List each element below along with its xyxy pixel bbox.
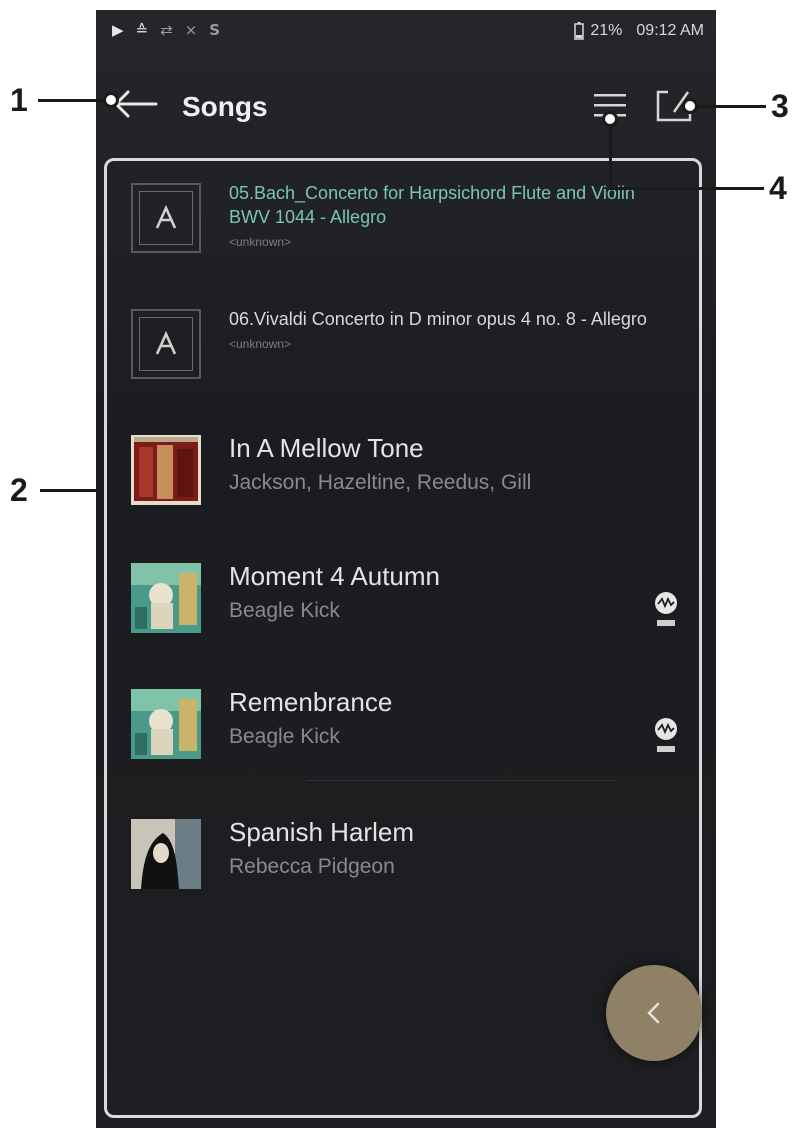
battery-percentage: 21% [590, 22, 623, 39]
device-screen: ▶ ≙ ⇄ ⨯ 𝗦 21% 09:12 AM Songs 05.Bach_Con… [96, 10, 716, 1128]
signal-icon: ≙ [135, 22, 149, 39]
callout-dot-1 [103, 92, 119, 108]
collapse-button[interactable] [606, 965, 702, 1061]
song-artist: Beagle Kick [229, 725, 340, 748]
album-art [131, 563, 201, 633]
song-title: In A Mellow Tone [229, 433, 424, 463]
song-title: Spanish Harlem [229, 817, 414, 847]
callout-line-4b [609, 187, 764, 190]
callout-line-3 [696, 105, 766, 108]
list-item[interactable]: In A Mellow Tone Jackson, Hazeltine, Ree… [121, 423, 691, 533]
clock: 09:12 AM [636, 22, 704, 39]
play-icon: ▶ [112, 22, 124, 39]
song-artist: Rebecca Pidgeon [229, 855, 395, 878]
callout-line-2 [40, 489, 102, 492]
list-item[interactable]: 06.Vivaldi Concerto in D minor opus 4 no… [121, 297, 691, 407]
mqa-badge-icon [655, 592, 677, 626]
astell-logo-icon [155, 331, 177, 355]
song-artist: Jackson, Hazeltine, Reedus, Gill [229, 471, 532, 494]
battery-icon [574, 22, 585, 40]
album-thumb [131, 309, 201, 379]
repeat-icon: ⇄ [160, 22, 173, 39]
divider [306, 780, 616, 781]
song-artist: <unknown> [229, 235, 292, 249]
gain-icon: 𝗦 [209, 22, 221, 39]
album-art [131, 689, 201, 759]
astell-logo-icon [155, 205, 177, 229]
album-thumb [131, 183, 201, 253]
callout-4: 4 [769, 170, 787, 206]
album-art [131, 435, 201, 505]
callout-1: 1 [10, 82, 28, 118]
app-bar: Songs [96, 54, 716, 150]
status-bar: ▶ ≙ ⇄ ⨯ 𝗦 21% 09:12 AM [96, 10, 716, 54]
mqa-badge-icon [655, 718, 677, 752]
song-title: Moment 4 Autumn [229, 561, 440, 591]
list-item[interactable]: Moment 4 Autumn Beagle Kick [121, 551, 691, 661]
list-item[interactable]: 05.Bach_Concerto for Harpsichord Flute a… [121, 171, 691, 281]
page-title: Songs [182, 91, 268, 122]
song-list[interactable]: 05.Bach_Concerto for Harpsichord Flute a… [104, 158, 702, 1118]
callout-line-1 [38, 99, 110, 102]
callout-dot-3 [682, 98, 698, 114]
shuffle-icon: ⨯ [184, 22, 198, 39]
chevron-left-icon [647, 1002, 660, 1024]
list-item[interactable]: Remenbrance Beagle Kick [121, 677, 691, 787]
battery-indicator: 21% [574, 22, 622, 40]
callout-2: 2 [10, 472, 28, 508]
list-item[interactable]: Spanish Harlem Rebecca Pidgeon [121, 807, 691, 917]
song-title: 06.Vivaldi Concerto in D minor opus 4 no… [229, 309, 647, 329]
song-artist: <unknown> [229, 337, 292, 351]
callout-line-4a [609, 120, 612, 190]
song-title: 05.Bach_Concerto for Harpsichord Flute a… [229, 183, 635, 227]
callout-3: 3 [771, 88, 789, 124]
callout-dot-4 [602, 111, 618, 127]
song-artist: Beagle Kick [229, 599, 340, 622]
song-title: Remenbrance [229, 687, 393, 717]
album-art [131, 819, 201, 889]
